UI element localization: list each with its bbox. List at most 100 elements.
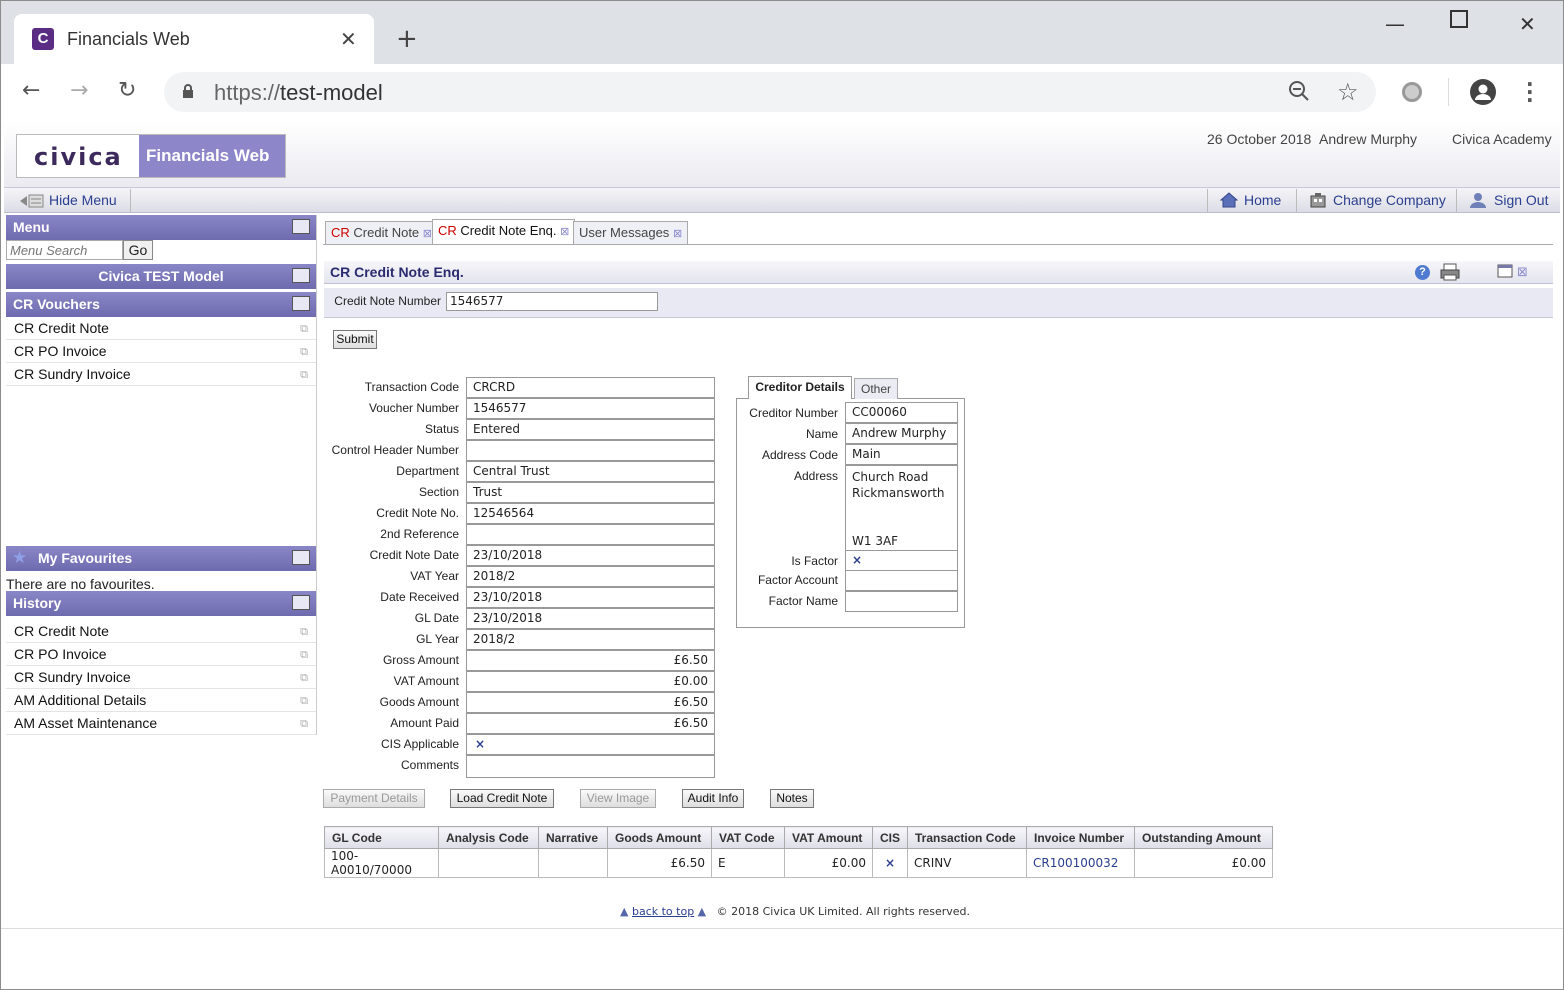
panel-toggle-icon[interactable] (292, 268, 310, 283)
go-button[interactable]: Go (123, 240, 153, 260)
factor-account-field (845, 570, 958, 591)
creditor-number-label: Creditor Number (749, 406, 838, 420)
forward-arrow-icon[interactable]: → (70, 78, 88, 103)
column-header[interactable]: Outstanding Amount (1134, 826, 1274, 849)
toolbar-divider (1456, 189, 1457, 212)
status-label: Status (424, 422, 459, 436)
column-header[interactable]: Invoice Number (1026, 826, 1136, 849)
vat-amount-cell: £0.00 (784, 848, 873, 878)
extension-icon[interactable] (1402, 82, 1422, 102)
home-link[interactable]: Home (1244, 192, 1281, 208)
change-company-link[interactable]: Change Company (1333, 192, 1446, 208)
open-external-icon[interactable]: ⧉ (300, 345, 308, 359)
history-item[interactable]: AM Asset Maintenance ⧉ (6, 712, 316, 735)
history-item[interactable]: CR Credit Note ⧉ (6, 620, 316, 643)
open-external-icon[interactable]: ⧉ (300, 648, 308, 662)
new-tab-icon[interactable]: + (396, 24, 418, 54)
tab-close-icon[interactable]: ⊠ (673, 228, 682, 240)
sign-out-user-icon[interactable] (1469, 192, 1487, 211)
tab-cr-credit-note[interactable]: CR Credit Note ⊠ (325, 221, 438, 245)
vat-amount-label: VAT Amount (393, 674, 459, 688)
invoice-number-link[interactable]: CR100100032 (1026, 848, 1136, 878)
sidebar-item-cr-po-invoice[interactable]: CR PO Invoice ⧉ (6, 340, 316, 363)
more-menu-icon[interactable]: · · · (1526, 74, 1534, 110)
maximize-icon[interactable] (1450, 10, 1468, 28)
sign-out-link[interactable]: Sign Out (1494, 192, 1548, 208)
back-to-top-link[interactable]: back to top (632, 905, 694, 918)
column-header[interactable]: Analysis Code (438, 826, 539, 849)
column-header[interactable]: Goods Amount (607, 826, 712, 849)
column-header[interactable]: VAT Code (711, 826, 785, 849)
column-header[interactable]: Transaction Code (907, 826, 1028, 849)
window-close-icon[interactable]: ✕ (1519, 12, 1536, 36)
open-external-icon[interactable]: ⧉ (300, 671, 308, 685)
tab-other[interactable]: Other (854, 378, 898, 399)
goods-amount-cell: £6.50 (607, 848, 712, 878)
home-icon[interactable] (1219, 192, 1239, 211)
bookmark-star-icon[interactable]: ☆ (1337, 78, 1359, 106)
payment-details-button[interactable]: Payment Details (323, 789, 425, 808)
print-icon[interactable] (1440, 263, 1460, 284)
tab-close-icon[interactable]: ⊠ (423, 228, 432, 240)
close-tab-icon[interactable]: ✕ (340, 27, 357, 51)
browser-tab-title: Financials Web (67, 29, 190, 49)
zoom-out-icon[interactable] (1288, 80, 1310, 105)
tab-user-messages[interactable]: User Messages ⊠ (573, 221, 689, 245)
credit-note-date-label: Credit Note Date (369, 548, 459, 562)
comments-field (466, 755, 715, 778)
submit-button[interactable]: Submit (333, 330, 377, 349)
date-received-field: 23/10/2018 (466, 587, 715, 608)
minimize-form-icon[interactable] (1497, 264, 1515, 283)
gl-code-cell: 100-A0010/70000 (324, 848, 439, 878)
menu-panel-title: Menu (13, 219, 50, 235)
audit-info-button[interactable]: Audit Info (682, 789, 744, 808)
history-item[interactable]: AM Additional Details ⧉ (6, 689, 316, 712)
menu-search-input[interactable] (6, 240, 123, 260)
panel-toggle-icon[interactable] (292, 550, 310, 565)
credit-note-number-input[interactable]: 1546577 (446, 292, 658, 311)
profile-avatar-icon[interactable] (1470, 79, 1496, 105)
url-text[interactable]: https://test-model (214, 80, 383, 106)
tab-close-icon[interactable]: ⊠ (560, 226, 569, 238)
up-arrow-icon: ▲ (697, 905, 707, 918)
address-field: Church Road Rickmansworth W1 3AF (845, 465, 958, 551)
minimize-icon[interactable]: — (1385, 12, 1405, 36)
open-external-icon[interactable]: ⧉ (300, 368, 308, 382)
panel-up-icon[interactable] (292, 296, 310, 311)
close-form-icon[interactable]: ⊠ (1517, 265, 1528, 280)
cis-applicable-field: × (466, 734, 715, 755)
load-credit-note-button[interactable]: Load Credit Note (450, 789, 554, 808)
history-item[interactable]: CR Sundry Invoice ⧉ (6, 666, 316, 689)
tab-cr-credit-note-enq[interactable]: CR Credit Note Enq. ⊠ (432, 219, 576, 245)
column-header[interactable]: CIS (871, 826, 909, 849)
hide-menu-link[interactable]: Hide Menu (49, 192, 117, 208)
open-external-icon[interactable]: ⧉ (300, 322, 308, 336)
column-header[interactable]: GL Code (324, 826, 439, 849)
back-arrow-icon[interactable]: ← (22, 78, 40, 103)
reload-icon[interactable]: ↻ (118, 78, 136, 103)
hide-menu-icon[interactable] (20, 194, 44, 211)
is-factor-label: Is Factor (791, 554, 838, 568)
analysis-grid: GL Code Analysis Code Narrative Goods Am… (324, 826, 1274, 878)
panel-toggle-icon[interactable] (292, 595, 310, 610)
tab-creditor-details[interactable]: Creditor Details (748, 376, 852, 399)
column-header[interactable]: VAT Amount (784, 826, 873, 849)
view-image-button[interactable]: View Image (580, 789, 656, 808)
history-item-label: AM Asset Maintenance (14, 715, 158, 731)
open-external-icon[interactable]: ⧉ (300, 717, 308, 731)
lock-icon[interactable] (182, 84, 194, 98)
open-external-icon[interactable]: ⧉ (300, 625, 308, 639)
sidebar-item-cr-sundry-invoice[interactable]: CR Sundry Invoice ⧉ (6, 363, 316, 386)
notes-button[interactable]: Notes (770, 789, 814, 808)
panel-toggle-icon[interactable] (292, 219, 310, 234)
column-header[interactable]: Narrative (538, 826, 608, 849)
table-row[interactable]: 100-A0010/70000 £6.50 E £0.00 × CRINV CR… (324, 848, 1274, 878)
sidebar-item-cr-credit-note[interactable]: CR Credit Note ⧉ (6, 317, 316, 340)
help-icon[interactable]: ? (1415, 265, 1430, 280)
building-icon[interactable] (1309, 192, 1327, 211)
favourites-panel-title: My Favourites (38, 550, 133, 566)
history-item[interactable]: CR PO Invoice ⧉ (6, 643, 316, 666)
sidebar-item-label: CR PO Invoice (14, 343, 107, 359)
department-label: Department (396, 464, 459, 478)
open-external-icon[interactable]: ⧉ (300, 694, 308, 708)
